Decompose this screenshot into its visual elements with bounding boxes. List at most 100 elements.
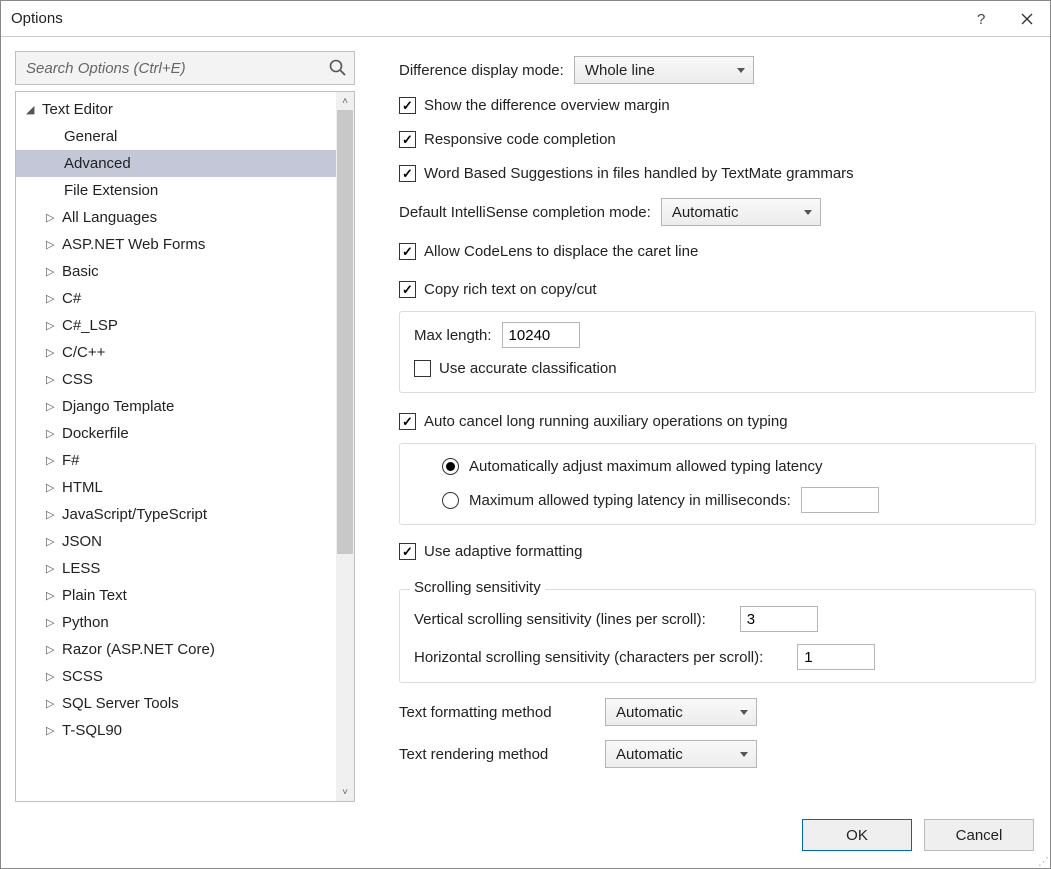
scroll-down-icon[interactable]: ˅ <box>342 783 348 801</box>
radio-max-input[interactable] <box>801 487 879 513</box>
tree-item-general[interactable]: General <box>16 123 336 150</box>
render-label: Text rendering method <box>399 746 595 763</box>
radio-auto-row[interactable]: Automatically adjust maximum allowed typ… <box>442 452 1021 480</box>
tree-item-tsql90[interactable]: ▷T-SQL90 <box>16 717 336 744</box>
hscroll-label: Horizontal scrolling sensitivity (charac… <box>414 649 763 666</box>
help-icon: ? <box>974 12 988 26</box>
tree-item-python[interactable]: ▷Python <box>16 609 336 636</box>
textmate-suggestions-checkbox[interactable] <box>399 165 416 182</box>
tree-item-all-languages[interactable]: ▷All Languages <box>16 204 336 231</box>
show-overview-label: Show the difference overview margin <box>424 97 670 114</box>
close-button[interactable] <box>1004 1 1050 37</box>
tree-item-html[interactable]: ▷HTML <box>16 474 336 501</box>
collapse-icon: ◢ <box>26 103 40 116</box>
tree-item-plain-text[interactable]: ▷Plain Text <box>16 582 336 609</box>
vscroll-input[interactable] <box>740 606 818 632</box>
intellisense-select[interactable]: Automatic <box>661 198 821 226</box>
textmate-suggestions-label: Word Based Suggestions in files handled … <box>424 165 854 182</box>
responsive-completion-checkbox[interactable] <box>399 131 416 148</box>
adaptive-fmt-checkbox[interactable] <box>399 543 416 560</box>
tree-item-razor[interactable]: ▷Razor (ASP.NET Core) <box>16 636 336 663</box>
tree-item-json[interactable]: ▷JSON <box>16 528 336 555</box>
scroll-legend: Scrolling sensitivity <box>410 579 545 596</box>
autocancel-group: Automatically adjust maximum allowed typ… <box>399 443 1036 525</box>
fmt-label: Text formatting method <box>399 704 595 721</box>
intellisense-row: Default IntelliSense completion mode: Au… <box>399 197 1036 227</box>
resize-grip-icon[interactable]: ⋰ <box>1038 858 1048 866</box>
tree-item-less[interactable]: ▷LESS <box>16 555 336 582</box>
scroll-up-icon[interactable]: ˄ <box>342 92 348 110</box>
tree-item-advanced[interactable]: Advanced <box>16 150 336 177</box>
expand-icon: ▷ <box>46 427 60 440</box>
diff-display-select[interactable]: Whole line <box>574 56 754 84</box>
intellisense-label: Default IntelliSense completion mode: <box>399 204 651 221</box>
expand-icon: ▷ <box>46 643 60 656</box>
show-overview-checkbox[interactable] <box>399 97 416 114</box>
adaptive-fmt-label: Use adaptive formatting <box>424 543 582 560</box>
accurate-class-checkbox[interactable] <box>414 360 431 377</box>
expand-icon: ▷ <box>46 562 60 575</box>
cancel-button[interactable]: Cancel <box>924 819 1034 851</box>
autocancel-row[interactable]: Auto cancel long running auxiliary opera… <box>399 407 1036 435</box>
tree-item-fsharp[interactable]: ▷F# <box>16 447 336 474</box>
maxlen-input[interactable] <box>502 322 580 348</box>
show-overview-row[interactable]: Show the difference overview margin <box>399 91 1036 119</box>
copy-rich-row[interactable]: Copy rich text on copy/cut <box>399 275 1036 303</box>
vscroll-row: Vertical scrolling sensitivity (lines pe… <box>414 604 1021 634</box>
fmt-select[interactable]: Automatic <box>605 698 757 726</box>
hscroll-input[interactable] <box>797 644 875 670</box>
expand-icon: ▷ <box>46 535 60 548</box>
expand-icon: ▷ <box>46 400 60 413</box>
radio-auto[interactable] <box>442 458 459 475</box>
render-row: Text rendering method Automatic <box>399 739 1036 769</box>
options-dialog: Options ? ◢ Text Editor Gener <box>0 0 1051 869</box>
render-select[interactable]: Automatic <box>605 740 757 768</box>
accurate-class-row[interactable]: Use accurate classification <box>414 354 1021 382</box>
tree-item-aspnet-webforms[interactable]: ▷ASP.NET Web Forms <box>16 231 336 258</box>
settings-panel: Difference display mode: Whole line Show… <box>355 51 1036 802</box>
search-input[interactable] <box>24 59 320 78</box>
radio-max-row[interactable]: Maximum allowed typing latency in millis… <box>442 486 1021 514</box>
textmate-suggestions-row[interactable]: Word Based Suggestions in files handled … <box>399 159 1036 187</box>
vscroll-label: Vertical scrolling sensitivity (lines pe… <box>414 611 706 628</box>
ok-button[interactable]: OK <box>802 819 912 851</box>
tree-item-csharp[interactable]: ▷C# <box>16 285 336 312</box>
tree-item-css[interactable]: ▷CSS <box>16 366 336 393</box>
tree-scrollbar[interactable]: ˄ ˅ <box>336 92 354 801</box>
responsive-completion-row[interactable]: Responsive code completion <box>399 125 1036 153</box>
tree-item-file-extension[interactable]: File Extension <box>16 177 336 204</box>
expand-icon: ▷ <box>46 670 60 683</box>
expand-icon: ▷ <box>46 616 60 629</box>
help-button[interactable]: ? <box>958 1 1004 37</box>
radio-auto-label: Automatically adjust maximum allowed typ… <box>469 458 823 475</box>
hscroll-row: Horizontal scrolling sensitivity (charac… <box>414 642 1021 672</box>
tree-item-csharp-lsp[interactable]: ▷C#_LSP <box>16 312 336 339</box>
codelens-row[interactable]: Allow CodeLens to displace the caret lin… <box>399 237 1036 265</box>
tree-item-basic[interactable]: ▷Basic <box>16 258 336 285</box>
scroll-thumb[interactable] <box>337 110 353 554</box>
tree-item-sql-server[interactable]: ▷SQL Server Tools <box>16 690 336 717</box>
autocancel-checkbox[interactable] <box>399 413 416 430</box>
tree-item-dockerfile[interactable]: ▷Dockerfile <box>16 420 336 447</box>
tree-item-django[interactable]: ▷Django Template <box>16 393 336 420</box>
radio-max[interactable] <box>442 492 459 509</box>
fmt-row: Text formatting method Automatic <box>399 697 1036 727</box>
titlebar: Options ? <box>1 1 1050 37</box>
tree-item-js-ts[interactable]: ▷JavaScript/TypeScript <box>16 501 336 528</box>
tree-item-c-cpp[interactable]: ▷C/C++ <box>16 339 336 366</box>
tree-item-scss[interactable]: ▷SCSS <box>16 663 336 690</box>
expand-icon: ▷ <box>46 238 60 251</box>
scroll-track[interactable] <box>336 110 354 783</box>
copy-rich-checkbox[interactable] <box>399 281 416 298</box>
tree-root-text-editor[interactable]: ◢ Text Editor <box>16 96 336 123</box>
maxlen-label: Max length: <box>414 327 492 344</box>
expand-icon: ▷ <box>46 481 60 494</box>
tree-label: Text Editor <box>42 101 113 118</box>
expand-icon: ▷ <box>46 211 60 224</box>
search-box[interactable] <box>15 51 355 85</box>
copy-rich-group: Max length: Use accurate classification <box>399 311 1036 393</box>
options-tree[interactable]: ◢ Text Editor General Advanced File Exte… <box>16 92 336 801</box>
codelens-checkbox[interactable] <box>399 243 416 260</box>
close-icon <box>1021 13 1033 25</box>
adaptive-fmt-row[interactable]: Use adaptive formatting <box>399 537 1036 565</box>
